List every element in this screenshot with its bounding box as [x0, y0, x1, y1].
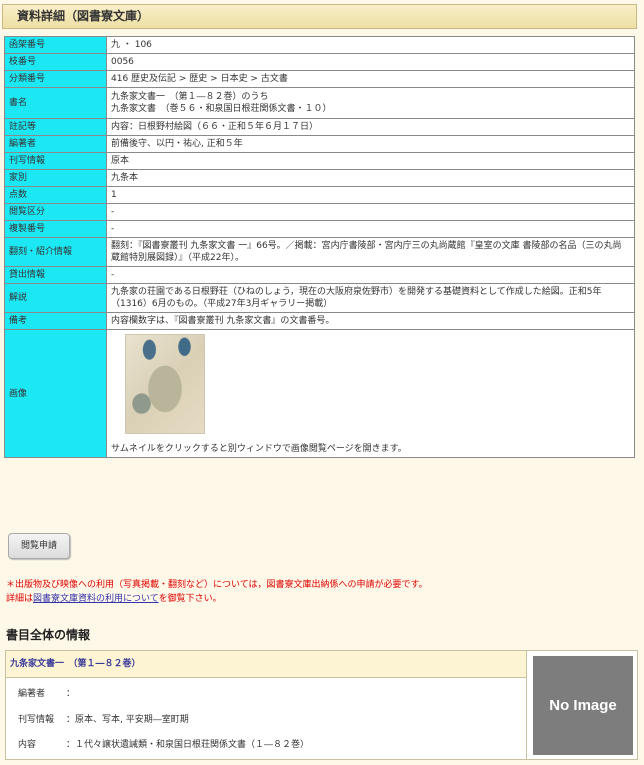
table-row: 家別 九条本 — [4, 169, 635, 187]
row-value: 九条家の荘園である日根野荘（ひねのしょう，現在の大阪府泉佐野市）を開発する基礎資… — [106, 283, 635, 313]
table-row: 刊写情報 原本 — [4, 152, 635, 170]
notice-prefix: 詳細は — [6, 594, 34, 604]
table-row: 函架番号 九 ・ 106 — [4, 36, 635, 54]
biblio-row: 編著者 ： — [18, 686, 75, 699]
table-row: 分類番号 416 歴史及伝記 > 歴史 > 日本史 > 古文書 — [4, 70, 635, 88]
biblio-card: 九条家文書一 （第１―８２巻） 編著者： 刊写情報 ：原本、写本, 平安期―室町期… — [5, 650, 638, 760]
row-value: 翻刻：『図書寮叢刊 九条家文書 一』66号。／掲載：宮内庁書陵部・宮内庁三の丸尚… — [106, 237, 635, 267]
table-row: 画像 サムネイルをクリックすると別ウィンドウで画像閲覧ページを開きます。 — [4, 329, 635, 458]
row-value: - — [106, 220, 635, 238]
request-viewing-button[interactable]: 閲覧申請 — [8, 533, 70, 559]
row-label: 註記等 — [4, 118, 107, 136]
row-value: 原本 — [106, 152, 635, 170]
row-value: 0056 — [106, 53, 635, 71]
row-label: 貸出情報 — [4, 266, 107, 284]
image-cell: サムネイルをクリックすると別ウィンドウで画像閲覧ページを開きます。 — [106, 329, 635, 458]
row-label: 刊写情報 — [4, 152, 107, 170]
biblio-row: 内容 ：１代々譲状遺誡類・和泉国日根荘関係文書（１―８２巻） — [18, 737, 309, 750]
biblio-sep: ： — [66, 715, 76, 725]
notice-suffix: を御覧下さい。 — [158, 594, 222, 604]
row-label: 点数 — [4, 186, 107, 204]
biblio-sep: ： — [66, 740, 76, 750]
detail-table: 函架番号 九 ・ 106 枝番号 0056 分類番号 416 歴史及伝記 > 歴… — [4, 36, 635, 458]
biblio-key: 編著者 — [18, 689, 46, 699]
table-row: 翻刻・紹介情報 翻刻：『図書寮叢刊 九条家文書 一』66号。／掲載：宮内庁書陵部… — [4, 237, 635, 267]
notice-line-2: 詳細は図書寮文庫資料の利用についてを御覧下さい。 — [6, 592, 636, 606]
table-row: 解説 九条家の荘園である日根野荘（ひねのしょう，現在の大阪府泉佐野市）を開発する… — [4, 283, 635, 313]
row-value: 九条家文書一 （第１―８２巻）のうち 九条家文書 （巻５６・和泉国日根荘関係文書… — [106, 87, 635, 119]
no-image-placeholder: No Image — [533, 656, 633, 755]
row-label: 函架番号 — [4, 36, 107, 54]
biblio-value: １代々譲状遺誡類・和泉国日根荘関係文書（１―８２巻） — [75, 740, 310, 750]
table-row: 備考 内容欄数字は、『図書寮叢刊 九条家文書』の文書番号。 — [4, 312, 635, 330]
row-value: 内容欄数字は、『図書寮叢刊 九条家文書』の文書番号。 — [106, 312, 635, 330]
biblio-sep: ： — [66, 689, 76, 699]
row-label: 閲覧区分 — [4, 203, 107, 221]
table-row: 複製番号 - — [4, 220, 635, 238]
title-line-2: 九条家文書 （巻５６・和泉国日根荘関係文書・１０） — [111, 104, 332, 114]
thumbnail-note: サムネイルをクリックすると別ウィンドウで画像閲覧ページを開きます。 — [111, 444, 407, 454]
row-value: 九条本 — [106, 169, 635, 187]
table-row: 註記等 内容：日根野村絵図（６６・正和５年６月１７日） — [4, 118, 635, 136]
row-value: 前備後守、以円・祐心, 正和５年 — [106, 135, 635, 153]
notice-line-1: ＊出版物及び映像への利用（写真掲載・翻刻など）については，図書寮文庫出納係への申… — [6, 580, 428, 590]
biblio-row: 刊写情報 ：原本、写本, 平安期―室町期 — [18, 712, 189, 725]
divider — [526, 651, 527, 759]
row-label: 備考 — [4, 312, 107, 330]
row-label: 枝番号 — [4, 53, 107, 71]
usage-guide-link[interactable]: 図書寮文庫資料の利用について — [33, 594, 159, 604]
row-value: - — [106, 203, 635, 221]
table-row: 書名 九条家文書一 （第１―８２巻）のうち 九条家文書 （巻５６・和泉国日根荘関… — [4, 87, 635, 119]
usage-notice: ＊出版物及び映像への利用（写真掲載・翻刻など）については，図書寮文庫出納係への申… — [6, 578, 636, 606]
table-row: 枝番号 0056 — [4, 53, 635, 71]
row-label: 書名 — [4, 87, 107, 119]
section-heading: 書目全体の情報 — [6, 628, 91, 642]
row-label: 家別 — [4, 169, 107, 187]
table-row: 点数 1 — [4, 186, 635, 204]
row-value: 416 歴史及伝記 > 歴史 > 日本史 > 古文書 — [106, 70, 635, 88]
row-value: 内容：日根野村絵図（６６・正和５年６月１７日） — [106, 118, 635, 136]
row-label: 編著者 — [4, 135, 107, 153]
page-title: 資料詳細（図書寮文庫） — [2, 4, 637, 29]
row-label: 画像 — [4, 329, 107, 458]
row-label: 複製番号 — [4, 220, 107, 238]
row-label: 解説 — [4, 283, 107, 313]
biblio-key: 内容 — [18, 740, 37, 750]
table-row: 貸出情報 - — [4, 266, 635, 284]
row-value: 九 ・ 106 — [106, 36, 635, 54]
row-value: - — [106, 266, 635, 284]
row-label: 分類番号 — [4, 70, 107, 88]
thumbnail-image[interactable] — [125, 334, 205, 434]
row-label: 翻刻・紹介情報 — [4, 237, 107, 267]
title-line-1: 九条家文書一 （第１―８２巻）のうち — [111, 92, 269, 102]
biblio-key: 刊写情報 — [18, 715, 55, 725]
biblio-value: 原本、写本, 平安期―室町期 — [75, 715, 189, 725]
table-row: 編著者 前備後守、以円・祐心, 正和５年 — [4, 135, 635, 153]
table-row: 閲覧区分 - — [4, 203, 635, 221]
biblio-title[interactable]: 九条家文書一 （第１―８２巻） — [6, 651, 526, 678]
row-value: 1 — [106, 186, 635, 204]
